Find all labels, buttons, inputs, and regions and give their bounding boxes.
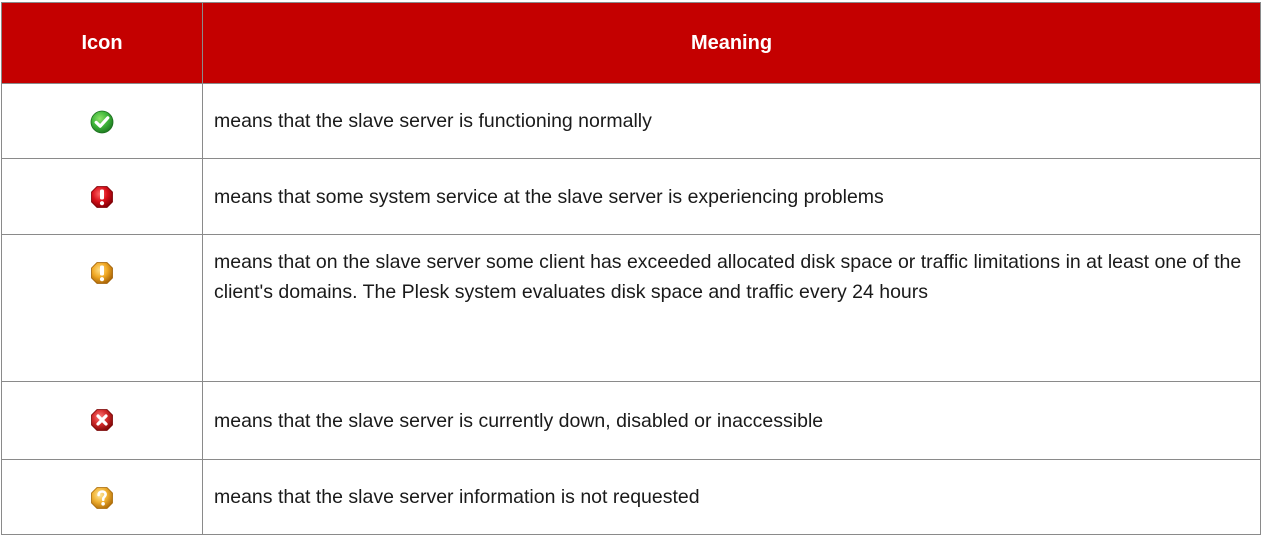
table-row: means that the slave server is currently…	[1, 381, 1261, 460]
critical-error-icon	[90, 185, 114, 209]
meaning-cell: means that some system service at the sl…	[202, 158, 1261, 235]
check-ok-icon	[90, 110, 114, 134]
meaning-cell: means that the slave server information …	[202, 459, 1261, 535]
table-row: means that the slave server is functioni…	[1, 83, 1261, 159]
table-row: means that the slave server information …	[1, 459, 1261, 535]
meaning-cell: means that on the slave server some clie…	[202, 234, 1261, 382]
question-icon	[90, 486, 114, 510]
warning-icon	[90, 261, 114, 285]
table-row: means that on the slave server some clie…	[1, 234, 1261, 382]
icon-column-header: Icon	[1, 2, 203, 84]
table-row: means that some system service at the sl…	[1, 158, 1261, 235]
icon-cell	[1, 381, 203, 460]
meaning-cell: means that the slave server is currently…	[202, 381, 1261, 460]
status-icons-table: Icon Meaning means that the slave server…	[1, 2, 1261, 535]
meaning-column-header: Meaning	[202, 2, 1261, 84]
icon-cell	[1, 158, 203, 235]
icon-cell	[1, 83, 203, 159]
icon-cell	[1, 234, 203, 382]
table-header-row: Icon Meaning	[1, 2, 1261, 84]
down-x-icon	[90, 408, 114, 432]
meaning-cell: means that the slave server is functioni…	[202, 83, 1261, 159]
icon-cell	[1, 459, 203, 535]
